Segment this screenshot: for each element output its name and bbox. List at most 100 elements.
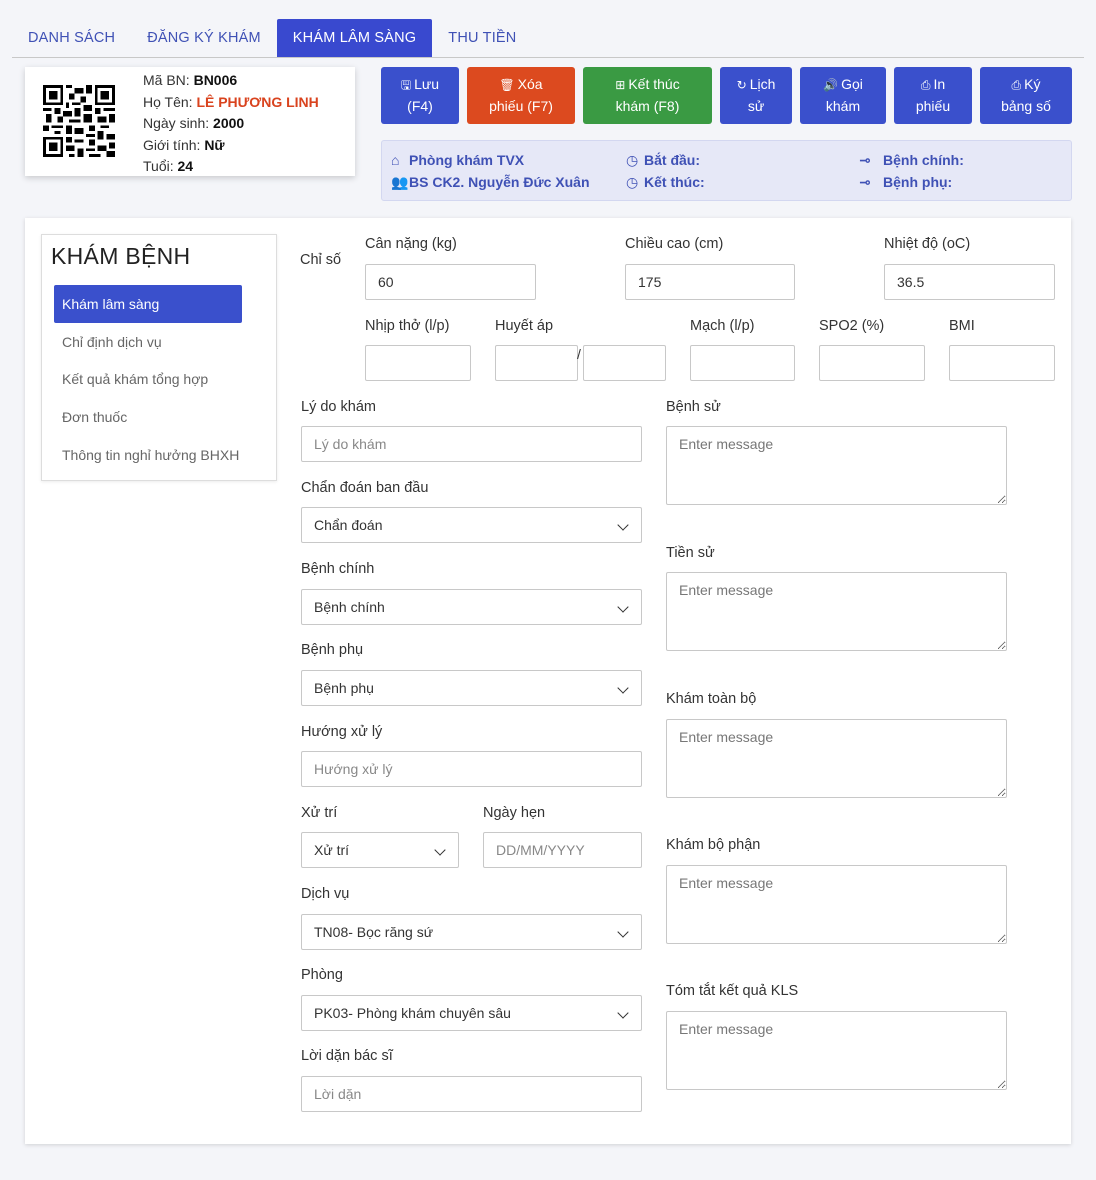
tab-kham-lam-sang[interactable]: KHÁM LÂM SÀNG (276, 19, 433, 57)
exam-info-panel: ⌂ Phòng khám TVX 👥BS CK2. Nguyễn Đức Xuân… (381, 140, 1072, 201)
chevron-down-icon (617, 682, 629, 694)
sign-number-button[interactable]: ⎙ Ký bảng số (980, 67, 1072, 124)
top-tabs: DANH SÁCH ĐĂNG KÝ KHÁM KHÁM LÂM SÀNG THU… (12, 19, 1084, 58)
side-menu: KHÁM BỆNH Khám lâm sàng Chỉ định dịch vụ… (41, 234, 277, 481)
finish-exam-button[interactable]: ⊞ Kết thúc khám (F8) (583, 67, 712, 124)
blood-pressure-label: Huyết áp (495, 318, 554, 334)
sub-disease-label: Bệnh phụ (301, 642, 364, 658)
save-icon: 🖫 (400, 78, 412, 92)
initial-diagnosis-select[interactable]: Chẩn đoán (301, 507, 642, 543)
patient-dob-row: Ngày sinh: 2000 (143, 115, 245, 131)
end-time: ◷ Kết thúc: (626, 174, 705, 190)
pulse-input[interactable] (690, 345, 795, 381)
summary-textarea[interactable] (666, 1011, 1007, 1090)
weight-label: Cân nặng (kg) (365, 236, 457, 252)
past-history-textarea[interactable] (666, 572, 1007, 651)
printer-icon: ⎙ (920, 78, 931, 92)
service-label: Dịch vụ (301, 886, 350, 902)
chevron-down-icon (434, 844, 446, 856)
clock-icon: ◷ (626, 174, 639, 190)
main-disease-select[interactable]: Bệnh chính (301, 589, 642, 625)
direction-input[interactable] (301, 751, 642, 787)
delete-button[interactable]: 🗑 Xóa phiếu (F7) (467, 67, 575, 124)
full-exam-label: Khám toàn bộ (666, 691, 757, 707)
part-exam-textarea[interactable] (666, 865, 1007, 944)
respiration-input[interactable] (365, 345, 471, 381)
call-exam-button[interactable]: 🔊 Gọi khám (800, 67, 886, 124)
clock-icon: ◷ (626, 152, 639, 168)
tab-danh-sach[interactable]: DANH SÁCH (12, 19, 131, 57)
qr-code-icon (43, 85, 115, 157)
weight-input[interactable] (365, 264, 536, 300)
temperature-input[interactable] (884, 264, 1055, 300)
temperature-label: Nhiệt độ (oC) (884, 236, 971, 252)
key-icon: ⊸ (859, 152, 871, 168)
users-icon: 👥 (391, 174, 409, 190)
initial-diagnosis-label: Chẩn đoán ban đầu (301, 480, 429, 496)
trash-icon: 🗑 (499, 78, 515, 92)
pulse-label: Mạch (l/p) (690, 318, 755, 334)
bmi-label: BMI (949, 318, 975, 334)
plus-square-icon: ⊞ (615, 78, 626, 92)
handling-select[interactable]: Xử trí (301, 832, 459, 868)
bp-systolic-input[interactable] (495, 345, 578, 381)
main-disease-info: ⊸ Bệnh chính: (859, 152, 964, 168)
service-select[interactable]: TN08- Bọc răng sứ (301, 914, 642, 950)
patient-card: Mã BN: BN006 Họ Tên: LÊ PHƯƠNG LINH Ngày… (25, 67, 355, 176)
patient-dob: 2000 (213, 115, 245, 131)
bp-separator: / (577, 346, 581, 362)
home-icon: ⌂ (391, 152, 400, 168)
sub-disease-select[interactable]: Bệnh phụ (301, 670, 642, 706)
side-item-don-thuoc[interactable]: Đơn thuốc (54, 398, 242, 436)
part-exam-label: Khám bộ phận (666, 837, 761, 853)
doctor-info: 👥BS CK2. Nguyễn Đức Xuân (391, 174, 590, 190)
room-select[interactable]: PK03- Phòng khám chuyên sâu (301, 995, 642, 1031)
refresh-icon: ↻ (736, 78, 747, 92)
printer-icon: ⎙ (1011, 78, 1022, 92)
main-disease-label: Bệnh chính (301, 561, 375, 577)
reason-input[interactable] (301, 426, 642, 462)
save-button[interactable]: 🖫 Lưu (F4) (381, 67, 459, 124)
patient-code: BN006 (193, 72, 238, 88)
history-button[interactable]: ↻ Lịch sử (720, 67, 792, 124)
tab-dang-ky-kham[interactable]: ĐĂNG KÝ KHÁM (131, 19, 277, 57)
vitals-section-label: Chỉ số (300, 252, 342, 268)
print-button[interactable]: ⎙ In phiếu (894, 67, 972, 124)
appointment-date-label: Ngày hẹn (483, 805, 546, 821)
bp-diastolic-input[interactable] (583, 345, 666, 381)
side-menu-title: KHÁM BỆNH (51, 243, 191, 269)
reason-label: Lý do khám (301, 399, 376, 415)
patient-name: LÊ PHƯƠNG LINH (196, 93, 319, 110)
chevron-down-icon (617, 601, 629, 613)
side-item-ket-qua-kham[interactable]: Kết quả khám tổng hợp (54, 360, 242, 398)
summary-label: Tóm tắt kết quả KLS (666, 983, 799, 999)
speaker-icon: 🔊 (823, 78, 839, 92)
patient-gender: Nữ (204, 136, 225, 153)
tab-thu-tien[interactable]: THU TIỀN (432, 19, 532, 57)
patient-age-row: Tuổi: 24 (143, 158, 194, 174)
sub-disease-info: ⊸ Bệnh phụ: (859, 174, 953, 190)
past-history-label: Tiền sử (666, 545, 715, 561)
spo2-input[interactable] (819, 345, 925, 381)
bmi-input[interactable] (949, 345, 1055, 381)
patient-info: Mã BN: BN006 Họ Tên: LÊ PHƯƠNG LINH Ngày… (143, 70, 319, 178)
chevron-down-icon (617, 926, 629, 938)
clinic-info: ⌂ Phòng khám TVX (391, 152, 525, 168)
medical-history-textarea[interactable] (666, 426, 1007, 505)
side-item-kham-lam-sang[interactable]: Khám lâm sàng (54, 285, 242, 323)
room-label: Phòng (301, 967, 343, 983)
side-item-nghi-huong-bhxh[interactable]: Thông tin nghỉ hưởng BHXH (54, 436, 242, 474)
start-time: ◷ Bắt đầu: (626, 152, 700, 168)
full-exam-textarea[interactable] (666, 719, 1007, 798)
direction-label: Hướng xử lý (301, 724, 383, 740)
patient-age: 24 (177, 158, 194, 174)
height-input[interactable] (625, 264, 795, 300)
side-item-chi-dinh-dich-vu[interactable]: Chỉ định dịch vụ (54, 323, 242, 361)
medical-history-label: Bệnh sử (666, 399, 721, 415)
chevron-down-icon (617, 519, 629, 531)
doctor-advice-label: Lời dặn bác sĩ (301, 1048, 393, 1064)
chevron-down-icon (617, 1007, 629, 1019)
exam-main-card: KHÁM BỆNH Khám lâm sàng Chỉ định dịch vụ… (25, 218, 1071, 1144)
doctor-advice-input[interactable] (301, 1076, 642, 1112)
appointment-date-input[interactable] (483, 832, 642, 868)
